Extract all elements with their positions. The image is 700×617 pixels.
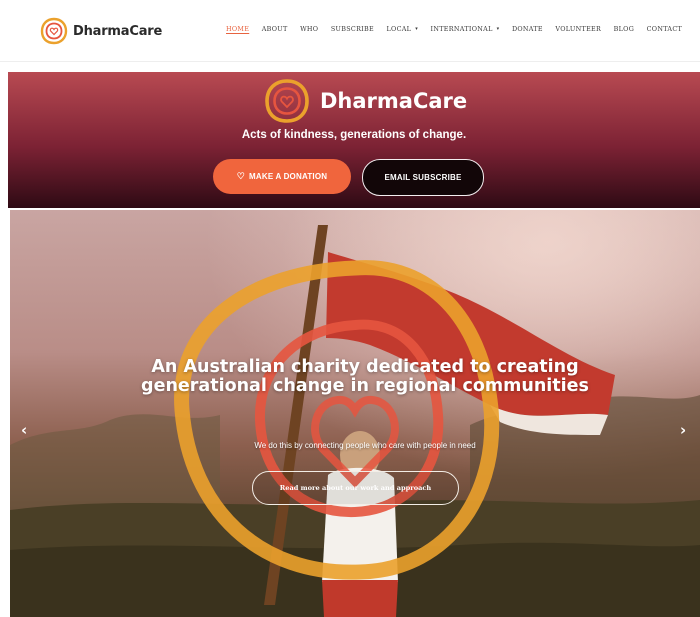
slide-background-image — [10, 210, 700, 617]
nav-item-local[interactable]: LOCAL ▾ — [386, 25, 418, 33]
nav-item-about[interactable]: ABOUT — [262, 25, 288, 33]
nav-label: VOLUNTEER — [555, 25, 602, 33]
nav-label: BLOG — [613, 25, 635, 33]
hero-logo-name: DharmaCare — [320, 89, 468, 113]
heart-icon: ♡ — [236, 171, 245, 181]
brand-logo-link[interactable]: DharmaCare — [40, 17, 162, 45]
nav-item-who[interactable]: WHO — [300, 25, 318, 33]
nav-label: WHO — [300, 25, 319, 33]
hero-logo-text: DharmaCare — [320, 89, 468, 113]
make-donation-label: MAKE A DONATION — [249, 172, 328, 181]
email-subscribe-label: EMAIL SUBSCRIBE — [384, 173, 462, 182]
read-more-button[interactable]: Read more about our work and approach — [252, 471, 459, 505]
make-donation-button[interactable]: ♡ MAKE A DONATION — [213, 159, 351, 194]
nav-item-volunteer[interactable]: VOLUNTEER — [555, 25, 601, 33]
nav-item-blog[interactable]: BLOG — [614, 25, 634, 33]
top-navigation: DharmaCare HOME ABOUT WHO SUBSCRIBE LOCA… — [0, 0, 700, 62]
nav-item-international[interactable]: INTERNATIONAL ▾ — [431, 25, 500, 33]
chevron-down-icon: ▾ — [496, 26, 500, 32]
chevron-left-icon[interactable]: ‹ — [21, 423, 27, 438]
brand-name: DharmaCare — [73, 23, 163, 39]
nav-item-contact[interactable]: CONTACT — [647, 25, 683, 33]
nav-item-subscribe[interactable]: SUBSCRIBE — [331, 25, 374, 33]
nav-label: SUBSCRIBE — [330, 25, 374, 33]
nav-item-donate[interactable]: DONATE — [512, 25, 543, 33]
nav-label: CONTACT — [646, 25, 683, 33]
nav-label: DONATE — [511, 25, 543, 33]
slide-headline: An Australian charity dedicated to creat… — [141, 357, 589, 396]
dharmacare-logo-icon — [265, 79, 309, 123]
dharmacare-logo-icon — [40, 17, 68, 45]
hero-slider: An Australian charity dedicated to creat… — [10, 210, 700, 617]
hero-tagline: Acts of kindness, generations of change. — [241, 129, 467, 141]
hero-logo: DharmaCare — [264, 78, 468, 124]
nav-label: ABOUT — [261, 25, 288, 33]
nav-label: HOME — [226, 25, 250, 33]
hero-band: DharmaCare Acts of kindness, generations… — [8, 72, 700, 208]
email-subscribe-button[interactable]: EMAIL SUBSCRIBE — [362, 159, 484, 196]
slide-subline: We do this by connecting people who care… — [254, 441, 476, 450]
nav-label: LOCAL — [386, 25, 412, 33]
nav-label: INTERNATIONAL — [430, 25, 493, 33]
read-more-label: Read more about our work and approach — [279, 484, 432, 492]
page: DharmaCare HOME ABOUT WHO SUBSCRIBE LOCA… — [0, 0, 700, 617]
main-menu: HOME ABOUT WHO SUBSCRIBE LOCAL ▾ INTERNAT… — [226, 25, 682, 33]
chevron-down-icon: ▾ — [415, 26, 419, 32]
chevron-right-icon[interactable]: › — [680, 423, 686, 438]
nav-item-home[interactable]: HOME — [226, 25, 249, 33]
